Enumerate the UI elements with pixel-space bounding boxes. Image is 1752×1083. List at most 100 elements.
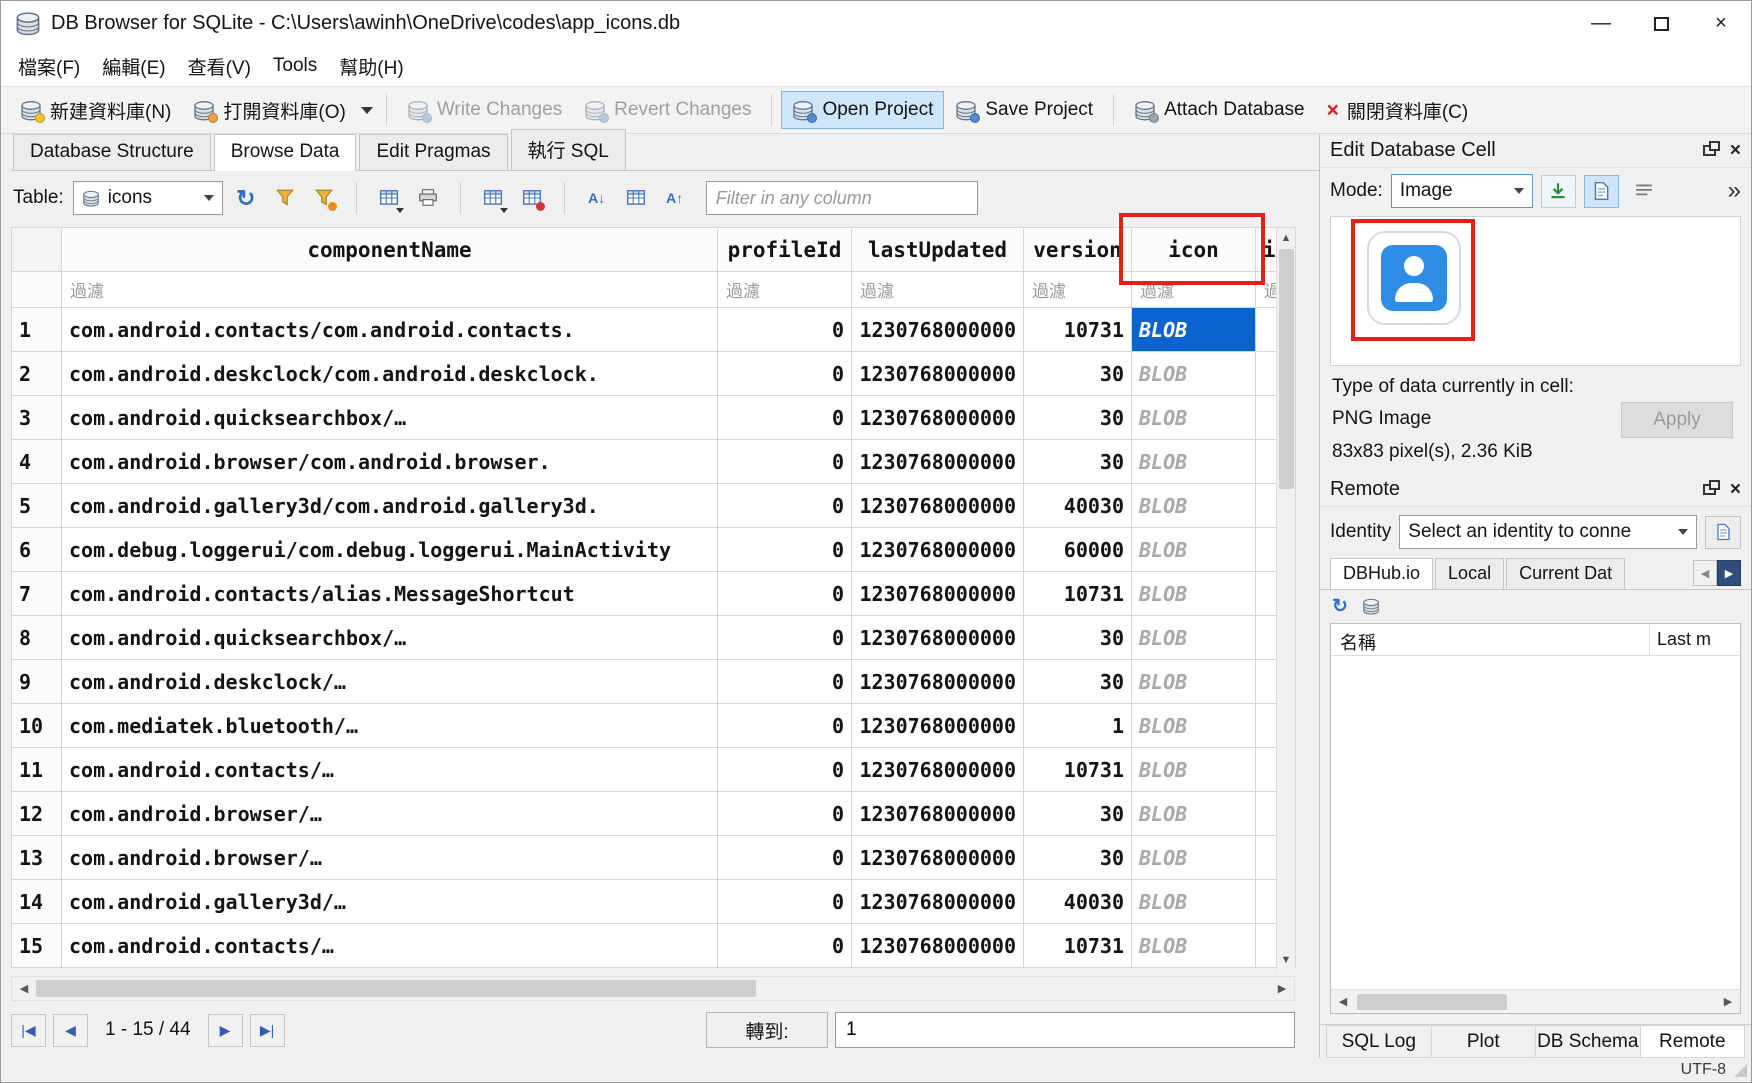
text-view-button[interactable] [1627,175,1662,208]
delete-record-button[interactable] [516,182,548,214]
cell-lastUpdated[interactable]: 1230768000000 [852,660,1024,704]
float-dock-icon[interactable] [1703,145,1716,156]
cell-icon[interactable]: BLOB [1132,616,1256,660]
menu-item-4[interactable]: 幫助(H) [328,46,414,87]
import-certificate-button[interactable] [1705,516,1741,549]
cell-lastUpdated[interactable]: 1230768000000 [852,924,1024,968]
column-header-icon[interactable]: icon [1132,228,1256,272]
cell-profileId[interactable]: 0 [718,440,852,484]
cell-lastUpdated[interactable]: 1230768000000 [852,528,1024,572]
cell-version[interactable]: 1 [1024,704,1132,748]
cell-icon[interactable]: BLOB [1132,572,1256,616]
write-changes-button[interactable]: Write Changes [396,91,573,129]
cell-componentName[interactable]: com.android.contacts/alias.MessageShortc… [62,572,718,616]
remote-tab-dbhub-io[interactable]: DBHub.io [1330,558,1433,589]
cell-profileId[interactable]: 0 [718,396,852,440]
cell-profileId[interactable]: 0 [718,660,852,704]
cell-componentName[interactable]: com.android.contacts/… [62,748,718,792]
row-number[interactable]: 1 [12,308,62,352]
cell-lastUpdated[interactable]: 1230768000000 [852,748,1024,792]
cell-componentName[interactable]: com.mediatek.bluetooth/… [62,704,718,748]
cell-componentName[interactable]: com.android.quicksearchbox/… [62,396,718,440]
cell-version[interactable]: 30 [1024,352,1132,396]
scroll-right-button[interactable]: ▶ [1270,982,1294,995]
cell-icon[interactable]: BLOB [1132,880,1256,924]
column-header-version[interactable]: version [1024,228,1132,272]
scroll-left-button[interactable]: ◀ [12,982,36,995]
close-dock-icon[interactable]: × [1730,141,1741,160]
revert-changes-button[interactable]: Revert Changes [573,91,762,129]
sort-descending-button[interactable]: A↑ [659,182,691,214]
cell-version[interactable]: 60000 [1024,528,1132,572]
row-number[interactable]: 11 [12,748,62,792]
tab-browse-data[interactable]: Browse Data [214,134,357,171]
row-number[interactable]: 15 [12,924,62,968]
cell-version[interactable]: 10731 [1024,308,1132,352]
cell-lastUpdated[interactable]: 1230768000000 [852,440,1024,484]
cell-version[interactable]: 10731 [1024,572,1132,616]
save-table-button[interactable] [373,182,405,214]
remote-tab-local[interactable]: Local [1435,558,1504,589]
remote-horizontal-scrollbar[interactable]: ◀ ▶ [1331,989,1740,1013]
cell-profileId[interactable]: 0 [718,836,852,880]
cell-version[interactable]: 30 [1024,396,1132,440]
cell-profileId[interactable]: 0 [718,528,852,572]
row-number[interactable]: 8 [12,616,62,660]
goto-button[interactable]: 轉到: [706,1012,828,1048]
tab-scroll-left-button[interactable]: ◀ [1693,560,1717,586]
cell-icon[interactable]: BLOB [1132,704,1256,748]
clone-database-icon[interactable] [1362,598,1380,615]
menu-item-3[interactable]: Tools [262,48,328,84]
cell-profileId[interactable]: 0 [718,924,852,968]
cell-version[interactable]: 40030 [1024,484,1132,528]
filter-icon[interactable]: 過濾 [1132,272,1256,308]
horizontal-scrollbar[interactable]: ◀ ▶ [11,976,1295,1001]
refresh-table-button[interactable]: ↻ [230,182,262,214]
filter-version[interactable]: 過濾 [1024,272,1132,308]
open-database-dropdown-arrow[interactable] [361,107,373,114]
cell-lastUpdated[interactable]: 1230768000000 [852,396,1024,440]
goto-input[interactable] [835,1012,1295,1048]
remote-column-modified[interactable]: Last m [1650,624,1740,655]
scroll-left-button[interactable]: ◀ [1331,995,1355,1008]
tab-scroll-right-button[interactable]: ▶ [1717,560,1741,586]
cell-profileId[interactable]: 0 [718,308,852,352]
close-dock-icon[interactable]: × [1730,480,1741,499]
cell-lastUpdated[interactable]: 1230768000000 [852,308,1024,352]
menu-item-1[interactable]: 編輯(E) [91,46,176,87]
minimize-button[interactable]: — [1571,1,1631,46]
previous-page-button[interactable]: ◀ [53,1014,88,1047]
cell-icon[interactable]: BLOB [1132,924,1256,968]
cell-icon[interactable]: BLOB [1132,528,1256,572]
cell-version[interactable]: 10731 [1024,924,1132,968]
column-header-lastUpdated[interactable]: lastUpdated [852,228,1024,272]
filter-profileId[interactable]: 過濾 [718,272,852,308]
float-dock-icon[interactable] [1703,484,1716,495]
table-selector[interactable]: icons [73,181,223,215]
cell-lastUpdated[interactable]: 1230768000000 [852,792,1024,836]
resize-grip-icon[interactable] [1734,1064,1747,1077]
cell-lastUpdated[interactable]: 1230768000000 [852,880,1024,924]
dock-tab-db-schema[interactable]: DB Schema [1536,1025,1641,1058]
filter-componentName[interactable]: 過濾 [62,272,718,308]
cell-version[interactable]: 10731 [1024,748,1132,792]
row-number[interactable]: 14 [12,880,62,924]
first-page-button[interactable]: |◀ [11,1014,46,1047]
last-page-button[interactable]: ▶| [250,1014,285,1047]
scr oll-thumb[interactable] [1279,249,1294,489]
scroll-up-button[interactable]: ▲ [1277,228,1295,248]
cell-icon[interactable]: BLOB [1132,440,1256,484]
maximize-button[interactable] [1631,1,1691,46]
export-data-button[interactable] [1584,175,1619,208]
import-data-button[interactable] [1541,175,1576,208]
cell-componentName[interactable]: com.android.browser/… [62,792,718,836]
cell-icon[interactable]: BLOB [1132,792,1256,836]
cell-lastUpdated[interactable]: 1230768000000 [852,836,1024,880]
open-project-button[interactable]: Open Project [781,91,944,129]
overflow-chevron-icon[interactable]: » [1728,179,1741,203]
cell-version[interactable]: 30 [1024,616,1132,660]
column-header-componentName[interactable]: componentName [62,228,718,272]
cell-version[interactable]: 30 [1024,836,1132,880]
clear-filters-button[interactable] [308,182,340,214]
scroll-down-button[interactable]: ▼ [1277,950,1295,970]
